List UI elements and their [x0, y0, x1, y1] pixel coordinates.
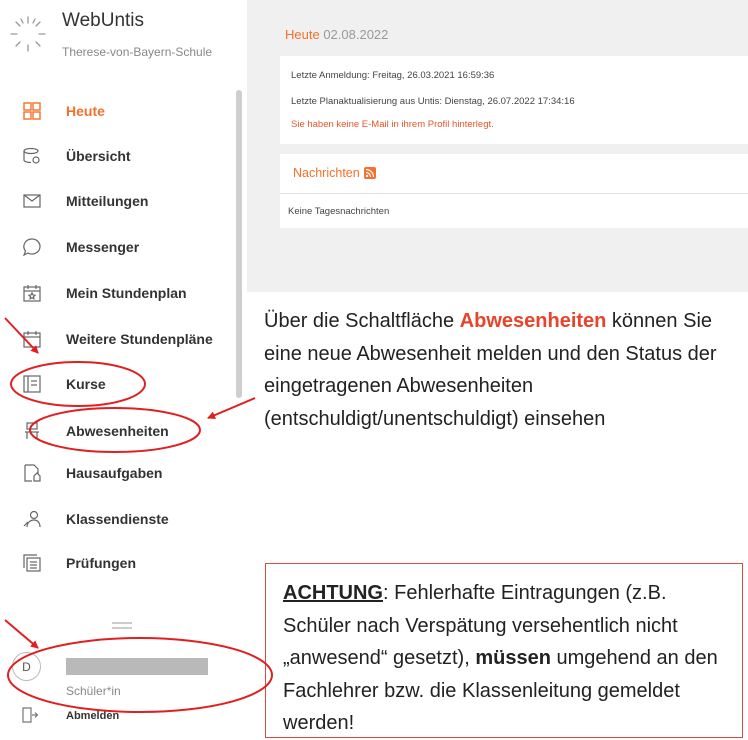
- sidebar-item-abwesenheiten[interactable]: Abwesenheiten: [0, 416, 235, 446]
- explanation-highlight: Abwesenheiten: [459, 310, 607, 332]
- email-warning-text: Sie haben keine E-Mail in ihrem Profil h…: [291, 119, 494, 130]
- sidebar-item-uebersicht[interactable]: Übersicht: [0, 141, 235, 171]
- sidebar-item-hausaufgaben[interactable]: Hausaufgaben: [0, 458, 235, 488]
- last-login-text: Letzte Anmeldung: Freitag, 26.03.2021 16…: [291, 70, 495, 81]
- sidebar-item-pruefungen[interactable]: Prüfungen: [0, 548, 235, 578]
- sidebar-item-label: Mein Stundenplan: [66, 285, 187, 301]
- warning-box: ACHTUNG: Fehlerhafte Eintragungen (z.B. …: [265, 563, 743, 738]
- explanation-text: Über die Schaltfläche Abwesenheiten könn…: [264, 305, 748, 435]
- sidebar-item-messenger[interactable]: Messenger: [0, 232, 235, 262]
- news-card: Nachrichten Keine Tagesnachrichten: [280, 154, 748, 228]
- calendar-star-icon: [22, 283, 42, 303]
- sidebar-item-label: Übersicht: [66, 148, 131, 164]
- calendar-icon: [22, 329, 42, 349]
- logout-button[interactable]: Abmelden: [0, 707, 160, 727]
- exams-icon: [22, 553, 42, 573]
- logout-label: Abmelden: [66, 710, 120, 722]
- warning-text: ACHTUNG: Fehlerhafte Eintragungen (z.B. …: [283, 577, 738, 740]
- news-title-label: Nachrichten: [293, 166, 360, 180]
- school-name: Therese-von-Bayern-Schule: [62, 45, 213, 59]
- page-date: 02.08.2022: [323, 27, 389, 42]
- chat-bubble-icon: [22, 237, 42, 257]
- sidebar-item-label: Heute: [66, 103, 105, 119]
- app-name: WebUntis: [62, 10, 145, 31]
- sidebar-item-label: Messenger: [66, 239, 140, 255]
- homework-icon: [22, 463, 42, 483]
- rss-icon[interactable]: [363, 167, 376, 179]
- logout-icon: [22, 707, 39, 728]
- last-update-text: Letzte Planaktualisierung aus Untis: Die…: [291, 96, 575, 107]
- main-panel: Heute 02.08.2022 Letzte Anmeldung: Freit…: [247, 0, 748, 292]
- courses-icon: [22, 374, 42, 394]
- user-name-redacted: [66, 658, 208, 675]
- sidebar: WebUntis Therese-von-Bayern-Schule Heute…: [0, 0, 245, 727]
- sidebar-item-klassendienste[interactable]: Klassendienste: [0, 504, 235, 534]
- sidebar-item-mein-stundenplan[interactable]: Mein Stundenplan: [0, 278, 235, 308]
- sidebar-item-mitteilungen[interactable]: Mitteilungen: [0, 186, 235, 216]
- class-duty-icon: [22, 509, 42, 529]
- sidebar-item-label: Mitteilungen: [66, 193, 149, 209]
- warning-bold: müssen: [475, 647, 551, 669]
- sidebar-item-label: Klassendienste: [66, 511, 169, 527]
- news-title: Nachrichten: [293, 166, 376, 180]
- sidebar-item-label: Kurse: [66, 376, 106, 392]
- avatar[interactable]: D: [12, 652, 41, 681]
- mail-icon: [22, 191, 42, 211]
- page-title-label: Heute: [285, 27, 320, 42]
- sidebar-item-label: Abwesenheiten: [66, 423, 169, 439]
- user-role: Schüler*in: [66, 684, 121, 698]
- page-title: Heute 02.08.2022: [285, 27, 388, 42]
- sidebar-scrollbar[interactable]: [236, 90, 242, 398]
- sidebar-item-label: Weitere Stundenpläne: [66, 331, 213, 347]
- login-info-card: Letzte Anmeldung: Freitag, 26.03.2021 16…: [280, 56, 748, 144]
- divider: [280, 193, 748, 194]
- sidebar-item-label: Hausaufgaben: [66, 465, 163, 481]
- overview-icon: [22, 146, 42, 166]
- explanation-pre: Über die Schaltfläche: [264, 310, 460, 332]
- sidebar-item-label: Prüfungen: [66, 555, 136, 571]
- sidebar-item-weitere-stundenplaene[interactable]: Weitere Stundenpläne: [0, 324, 235, 354]
- news-empty-text: Keine Tagesnachrichten: [288, 206, 390, 217]
- chair-icon: [22, 421, 42, 441]
- sidebar-item-kurse[interactable]: Kurse: [0, 369, 235, 399]
- sidebar-drag-handle-icon[interactable]: [112, 622, 132, 630]
- warning-label: ACHTUNG: [283, 582, 383, 604]
- today-grid-icon: [22, 101, 42, 121]
- webuntis-logo: [10, 16, 46, 52]
- sidebar-item-heute[interactable]: Heute: [0, 96, 235, 126]
